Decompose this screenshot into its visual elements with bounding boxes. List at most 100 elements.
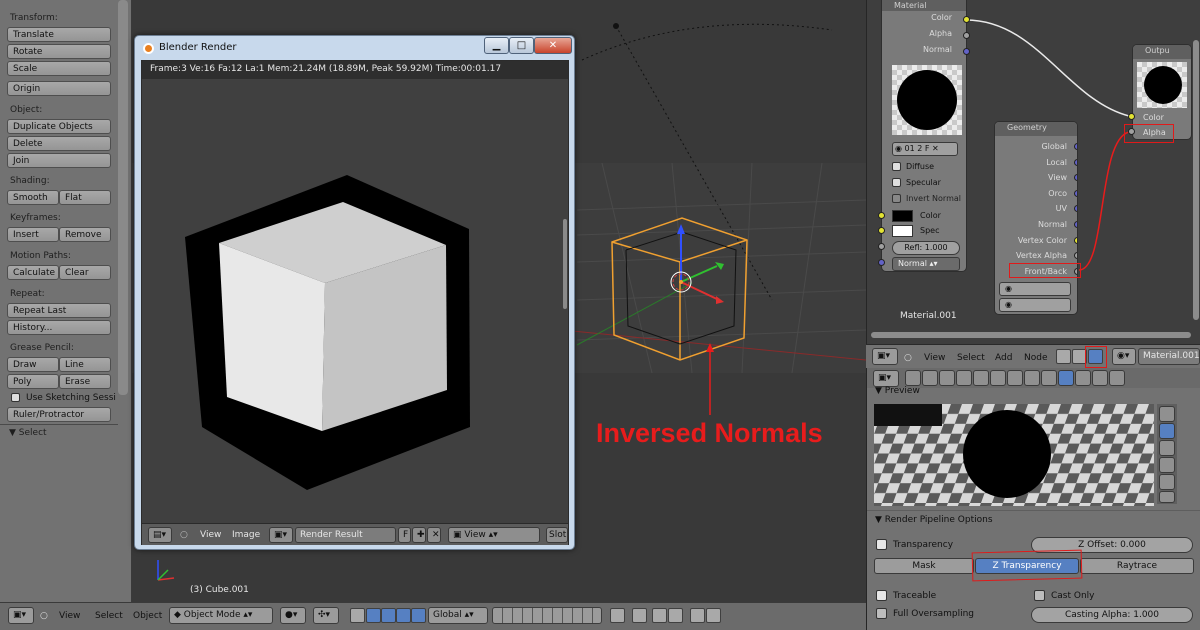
toolshelf-scrollbar[interactable] <box>118 0 128 395</box>
geometry-node-header[interactable]: Geometry <box>995 122 1077 136</box>
flat-button[interactable]: Flat <box>59 190 111 205</box>
minimize-button[interactable]: ▁ <box>484 37 509 54</box>
material-datablock[interactable]: ◉ 01 2 F ✕ <box>892 142 958 156</box>
material-name-field[interactable]: Material.001 <box>1138 348 1200 365</box>
proportional-edit-icon[interactable] <box>632 608 647 623</box>
casting-alpha-slider[interactable]: Casting Alpha: 1.000 <box>1031 607 1193 623</box>
geometry-output-socket[interactable] <box>1074 252 1077 260</box>
node-menu[interactable]: Node <box>1024 353 1048 363</box>
pivot-point-icon[interactable]: ✣▾ <box>313 607 339 624</box>
new-image-icon[interactable]: ✚ <box>412 527 426 543</box>
geometry-output-socket[interactable] <box>1074 158 1077 166</box>
raytrace-button[interactable]: Raytrace <box>1080 558 1194 574</box>
image-name-field[interactable]: Render Result <box>295 527 396 543</box>
pipeline-panel-header[interactable]: ▼ Render Pipeline Options <box>875 515 993 525</box>
sphere-preview-icon[interactable] <box>1159 423 1175 439</box>
orientation-select[interactable]: Global ▴▾ <box>428 607 488 624</box>
insert-keyframe-button[interactable]: Insert <box>7 227 59 242</box>
viewport-shading-icon[interactable]: ●▾ <box>280 607 306 624</box>
diffuse-checkbox[interactable] <box>892 162 901 171</box>
particles-tab-icon[interactable] <box>1092 370 1108 386</box>
geometry-node[interactable]: Geometry Global Local View Orco UV Normal Vert… <box>994 121 1078 315</box>
output-color-socket[interactable] <box>1128 113 1135 120</box>
constraints-tab-icon[interactable] <box>990 370 1006 386</box>
lock-layers-icon[interactable] <box>610 608 625 623</box>
scene-tab-icon[interactable] <box>939 370 955 386</box>
geometry-output-socket[interactable] <box>1074 267 1077 275</box>
geometry-output-socket[interactable] <box>1074 236 1077 244</box>
close-button[interactable]: ✕ <box>534 37 572 54</box>
node-editor-vscroll[interactable] <box>1193 40 1199 320</box>
traceable-checkbox[interactable] <box>876 590 887 601</box>
monkey-preview-icon[interactable] <box>1159 457 1175 473</box>
manipulator-toggle-icon[interactable] <box>350 608 365 623</box>
editor-type-icon[interactable]: ▣▾ <box>8 607 34 624</box>
slot-select[interactable]: Slot <box>546 527 568 543</box>
add-menu[interactable]: Add <box>995 353 1012 363</box>
material-tab-icon[interactable] <box>1058 370 1074 386</box>
maximize-button[interactable]: □ <box>509 37 534 54</box>
render-still-icon[interactable] <box>690 608 705 623</box>
editor-type-icon[interactable]: ▤▾ <box>148 527 172 543</box>
flat-preview-icon[interactable] <box>1159 406 1175 422</box>
image-menu[interactable]: Image <box>232 530 260 540</box>
object-menu[interactable]: Object <box>133 611 162 621</box>
reflectivity-slider[interactable]: Refl: 1.000 <box>892 241 960 255</box>
line-button[interactable]: Line <box>59 357 111 372</box>
material-node-header[interactable]: Material <box>882 0 966 11</box>
output-alpha-socket[interactable] <box>1128 128 1135 135</box>
scale-icon-2[interactable] <box>411 608 426 623</box>
duplicate-objects-button[interactable]: Duplicate Objects <box>7 119 111 134</box>
hair-preview-icon[interactable] <box>1159 474 1175 490</box>
render-result-canvas[interactable] <box>142 79 568 523</box>
snap-icon[interactable] <box>652 608 667 623</box>
scale-manipulator-icon[interactable] <box>396 608 411 623</box>
editor-type-icon[interactable]: ▣▾ <box>873 370 899 387</box>
translate-button[interactable]: Translate <box>7 27 111 42</box>
node-editor-hscroll[interactable] <box>871 332 1191 338</box>
color-input-socket[interactable] <box>878 212 885 219</box>
clear-button[interactable]: Clear <box>59 265 111 280</box>
spec-input-socket[interactable] <box>878 227 885 234</box>
repeat-last-button[interactable]: Repeat Last <box>7 303 111 318</box>
refl-input-socket[interactable] <box>878 243 885 250</box>
texture-tab-icon[interactable] <box>1075 370 1091 386</box>
mode-select[interactable]: ◆ Object Mode ▴▾ <box>169 607 273 624</box>
shader-nodes-icon[interactable] <box>1056 349 1071 364</box>
ruler-protractor-button[interactable]: Ruler/Protractor <box>7 407 111 422</box>
cube-preview-icon[interactable] <box>1159 440 1175 456</box>
render-tab-icon[interactable] <box>905 370 921 386</box>
output-node-header[interactable]: Outpu <box>1133 45 1191 59</box>
fake-user-button[interactable]: F <box>398 527 411 543</box>
world-tab-icon[interactable] <box>956 370 972 386</box>
snap-element-icon[interactable] <box>668 608 683 623</box>
material-node[interactable]: Material Color Alpha Normal ◉ 01 2 F ✕ D… <box>881 0 967 272</box>
transparency-checkbox[interactable] <box>876 539 887 550</box>
erase-button[interactable]: Erase <box>59 374 111 389</box>
view-menu[interactable]: View <box>59 611 80 621</box>
color-swatch[interactable] <box>892 210 913 222</box>
vertex-color-layer-field[interactable]: ◉ <box>999 298 1071 312</box>
cast-only-checkbox[interactable] <box>1034 590 1045 601</box>
object-tab-icon[interactable] <box>973 370 989 386</box>
editor-type-icon[interactable]: ▣▾ <box>872 348 898 365</box>
smooth-button[interactable]: Smooth <box>7 190 59 205</box>
select-menu[interactable]: Select <box>957 353 985 363</box>
sky-preview-icon[interactable] <box>1159 491 1175 503</box>
select-menu[interactable]: Select <box>95 611 123 621</box>
poly-button[interactable]: Poly <box>7 374 59 389</box>
bone-tab-icon[interactable] <box>1041 370 1057 386</box>
data-tab-icon[interactable] <box>1024 370 1040 386</box>
render-scrollbar[interactable] <box>563 219 567 309</box>
color-output-socket[interactable] <box>963 16 970 23</box>
draw-button[interactable]: Draw <box>7 357 59 372</box>
geometry-output-socket[interactable] <box>1074 221 1077 228</box>
select-panel-header[interactable]: ▼ Select <box>9 428 47 438</box>
physics-tab-icon[interactable] <box>1109 370 1125 386</box>
view-select[interactable]: ▣ View ▴▾ <box>448 527 540 543</box>
full-oversampling-checkbox[interactable] <box>876 608 887 619</box>
normal-input-socket[interactable] <box>878 259 885 266</box>
material-browse-icon[interactable]: ◉▾ <box>1112 348 1136 365</box>
scale-button[interactable]: Scale <box>7 61 111 76</box>
z-transparency-button[interactable]: Z Transparency <box>975 558 1079 574</box>
